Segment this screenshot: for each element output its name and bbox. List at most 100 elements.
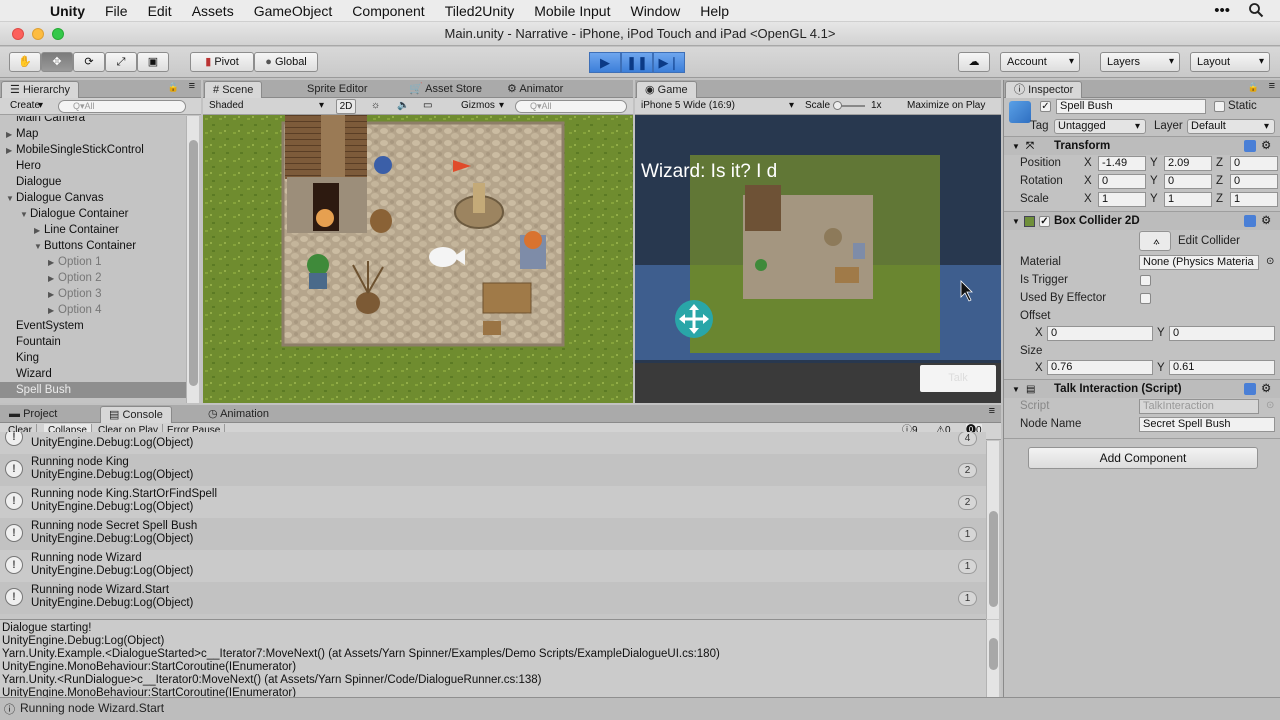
object-picker-icon[interactable]: ⊙ xyxy=(1266,256,1274,267)
scene-search-input[interactable]: Q▾All xyxy=(515,100,627,113)
console-log-entry[interactable]: ! Running node King.StartOrFindSpell Unity… xyxy=(0,486,986,518)
talk-button[interactable]: Talk xyxy=(920,365,996,392)
hierarchy-item[interactable]: ▼ Buttons Container xyxy=(0,238,186,254)
hierarchy-item[interactable]: Wizard xyxy=(0,366,186,382)
expand-arrow-icon[interactable]: ▼ xyxy=(34,239,44,255)
game-viewport[interactable]: Wizard: Is it? I d Talk xyxy=(635,115,1001,403)
rotate-tool-button[interactable]: ⟳ xyxy=(73,52,105,72)
material-field[interactable]: None (Physics Materia xyxy=(1139,255,1259,270)
rotation-y-field[interactable]: 0 xyxy=(1164,174,1212,189)
menu-app-unity[interactable]: Unity xyxy=(50,3,85,19)
zoom-window-icon[interactable] xyxy=(52,28,64,40)
position-x-field[interactable]: -1.49 xyxy=(1098,156,1146,171)
menu-tiled2unity[interactable]: Tiled2Unity xyxy=(445,3,515,19)
is-trigger-checkbox[interactable] xyxy=(1140,275,1151,286)
expand-arrow-icon[interactable]: ▶ xyxy=(6,127,16,143)
tab-animator[interactable]: ⚙ Animator xyxy=(499,81,571,98)
hierarchy-item[interactable]: Hero xyxy=(0,158,186,174)
position-z-field[interactable]: 0 xyxy=(1230,156,1278,171)
tag-dropdown[interactable]: Untagged xyxy=(1054,119,1146,134)
component-gear-icon[interactable]: ⚙ xyxy=(1261,380,1271,399)
create-dropdown[interactable]: Create xyxy=(4,99,48,114)
layer-dropdown[interactable]: Default xyxy=(1187,119,1275,134)
rotation-x-field[interactable]: 0 xyxy=(1098,174,1146,189)
console-log-entry[interactable]: ! UnityEngine.Debug:Log(Object) 4 xyxy=(0,432,986,454)
spotlight-search-icon[interactable] xyxy=(1248,2,1264,22)
apple-icon[interactable] xyxy=(18,2,36,20)
hierarchy-scroll-thumb[interactable] xyxy=(189,140,198,386)
audio-icon[interactable]: 🔈 xyxy=(397,99,409,114)
step-button[interactable]: ▶❘ xyxy=(653,52,685,73)
tab-animation[interactable]: ◷ Animation xyxy=(200,406,277,423)
used-by-effector-checkbox[interactable] xyxy=(1140,293,1151,304)
account-dropdown[interactable]: Account xyxy=(1000,52,1080,72)
tab-game[interactable]: ◉ Game xyxy=(636,81,697,98)
add-component-button[interactable]: Add Component xyxy=(1028,447,1258,469)
console-log-scrollbar[interactable] xyxy=(986,441,999,619)
tab-sprite-editor[interactable]: Sprite Editor xyxy=(299,81,376,98)
position-y-field[interactable]: 2.09 xyxy=(1164,156,1212,171)
menu-window[interactable]: Window xyxy=(630,3,680,19)
hierarchy-item[interactable]: King xyxy=(0,350,186,366)
edit-collider-button[interactable]: ⟑ xyxy=(1139,231,1171,251)
menu-assets[interactable]: Assets xyxy=(192,3,234,19)
console-log-scroll-thumb[interactable] xyxy=(989,511,998,607)
hierarchy-item[interactable]: ▶ Map xyxy=(0,126,186,142)
console-log-entry[interactable]: ! Running node King UnityEngine.Debug:Log(… xyxy=(0,454,986,486)
tab-project[interactable]: ▬ Project xyxy=(1,406,65,423)
cloud-button[interactable]: ☁ xyxy=(958,52,990,72)
active-checkbox[interactable]: ✓ xyxy=(1040,101,1051,112)
scale-slider-handle[interactable] xyxy=(833,101,842,110)
menu-edit[interactable]: Edit xyxy=(148,3,172,19)
hierarchy-item[interactable]: Spell Bush xyxy=(0,382,186,398)
console-log-entry[interactable]: ! Running node Wizard UnityEngine.Debug:Lo… xyxy=(0,550,986,582)
expand-arrow-icon[interactable]: ▼ xyxy=(20,207,30,223)
transform-header[interactable]: ▼ ⤧ Transform ⚙ xyxy=(1004,136,1280,155)
hand-tool-button[interactable]: ✋ xyxy=(9,52,41,72)
menu-mobile-input[interactable]: Mobile Input xyxy=(534,3,610,19)
collapse-arrow-icon[interactable]: ▼ xyxy=(1012,137,1020,156)
box-collider-header[interactable]: ▼ ✓ Box Collider 2D ⚙ xyxy=(1004,211,1280,230)
scale-z-field[interactable]: 1 xyxy=(1230,192,1278,207)
menu-component[interactable]: Component xyxy=(352,3,424,19)
hierarchy-item[interactable]: EventSystem xyxy=(0,318,186,334)
hierarchy-item[interactable]: ▼ Dialogue Canvas xyxy=(0,190,186,206)
lighting-icon[interactable]: ☼ xyxy=(371,99,380,114)
move-tool-button[interactable]: ✥ xyxy=(41,52,73,72)
pause-button[interactable]: ❚❚ xyxy=(621,52,653,73)
inspector-menu-icon[interactable]: ≡ xyxy=(1269,80,1275,92)
hierarchy-item[interactable]: ▶ Line Container xyxy=(0,222,186,238)
play-button[interactable]: ▶ xyxy=(589,52,621,73)
expand-arrow-icon[interactable]: ▶ xyxy=(48,255,58,271)
offset-y-field[interactable]: 0 xyxy=(1169,326,1275,341)
minimize-window-icon[interactable] xyxy=(32,28,44,40)
pivot-button[interactable]: ▮ Pivot xyxy=(190,52,254,72)
object-name-field[interactable]: Spell Bush xyxy=(1056,99,1206,114)
talk-interaction-header[interactable]: ▼ ▤ Talk Interaction (Script) ⚙ xyxy=(1004,379,1280,398)
hierarchy-item[interactable]: Main Camera xyxy=(0,116,186,126)
scale-x-field[interactable]: 1 xyxy=(1098,192,1146,207)
console-log-entry[interactable]: ! Running node Secret Spell Bush UnityEngi… xyxy=(0,518,986,550)
hierarchy-item[interactable]: ▶ Option 1 xyxy=(0,254,186,270)
menu-gameobject[interactable]: GameObject xyxy=(254,3,333,19)
scale-y-field[interactable]: 1 xyxy=(1164,192,1212,207)
collapse-arrow-icon[interactable]: ▼ xyxy=(1012,212,1020,231)
console-log-entry[interactable]: ! Running node Wizard.Start UnityEngine.De… xyxy=(0,582,986,614)
reference-icon[interactable] xyxy=(1244,140,1256,152)
size-x-field[interactable]: 0.76 xyxy=(1047,360,1153,375)
node-name-field[interactable]: Secret Spell Bush xyxy=(1139,417,1275,432)
close-window-icon[interactable] xyxy=(12,28,24,40)
expand-arrow-icon[interactable]: ▶ xyxy=(34,223,44,239)
size-y-field[interactable]: 0.61 xyxy=(1169,360,1275,375)
panel-menu-icon[interactable]: ≡ xyxy=(189,80,195,92)
more-icon[interactable]: ••• xyxy=(1214,2,1230,22)
reference-icon[interactable] xyxy=(1244,383,1256,395)
hierarchy-item[interactable]: ▼ Dialogue Container xyxy=(0,206,186,222)
reference-icon[interactable] xyxy=(1244,215,1256,227)
expand-arrow-icon[interactable]: ▶ xyxy=(48,271,58,287)
scene-viewport[interactable] xyxy=(203,115,633,403)
component-gear-icon[interactable]: ⚙ xyxy=(1261,137,1271,156)
inspector-lock-icon[interactable]: 🔒 xyxy=(1248,82,1259,93)
expand-arrow-icon[interactable]: ▶ xyxy=(48,287,58,303)
status-bar[interactable]: ⓘ Running node Wizard.Start xyxy=(0,697,1280,720)
